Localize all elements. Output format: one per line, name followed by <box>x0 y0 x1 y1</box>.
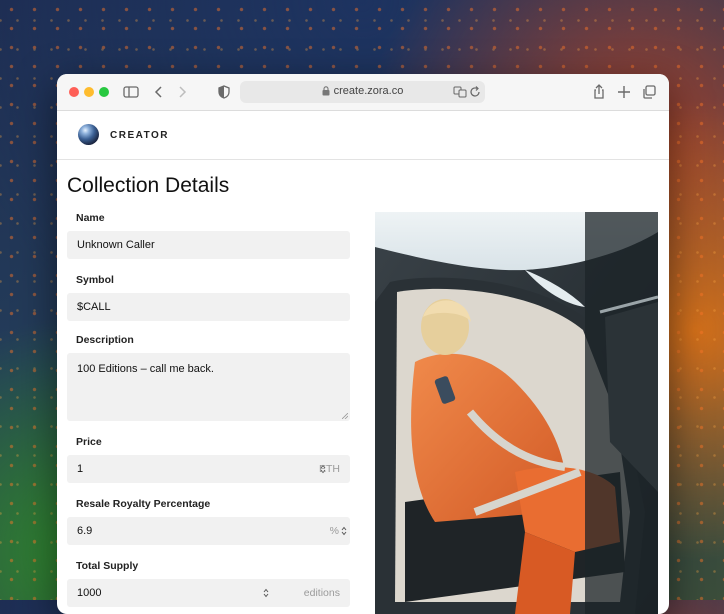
browser-toolbar: create.zora.co <box>57 74 669 111</box>
price-input[interactable]: 1 ETH <box>67 455 350 483</box>
zora-orb-logo[interactable] <box>78 124 99 145</box>
price-value: 1 <box>77 463 84 475</box>
close-window-button[interactable] <box>69 87 79 97</box>
royalty-unit: % <box>329 525 339 537</box>
name-label: Name <box>76 212 105 224</box>
minimize-window-button[interactable] <box>84 87 94 97</box>
chevron-left-icon[interactable] <box>150 83 168 101</box>
page-title: Collection Details <box>67 174 230 197</box>
translate-icon[interactable] <box>453 85 467 99</box>
shield-icon[interactable] <box>215 83 233 101</box>
supply-input[interactable]: 1000 editions <box>67 579 350 607</box>
royalty-input[interactable]: 6.9 % <box>67 517 350 545</box>
browser-window: create.zora.co CREATOR Collection Detail… <box>57 74 669 614</box>
sidebar-icon[interactable] <box>122 83 140 101</box>
name-value: Unknown Caller <box>77 239 155 251</box>
reload-icon[interactable] <box>469 85 481 99</box>
brand-label: CREATOR <box>110 130 170 141</box>
supply-unit: editions <box>303 587 340 599</box>
royalty-value: 6.9 <box>77 525 93 537</box>
price-unit: ETH <box>319 463 340 475</box>
price-label: Price <box>76 436 102 448</box>
plus-icon[interactable] <box>615 83 633 101</box>
symbol-label: Symbol <box>76 274 114 286</box>
url-text: create.zora.co <box>333 85 404 97</box>
lock-icon <box>322 86 330 96</box>
resize-grip-icon[interactable] <box>342 413 348 419</box>
zoom-window-button[interactable] <box>99 87 109 97</box>
stepper-icon[interactable] <box>341 526 347 536</box>
chevron-right-icon[interactable] <box>173 83 191 101</box>
description-label: Description <box>76 334 134 346</box>
site-header: CREATOR <box>57 111 669 160</box>
supply-value: 1000 <box>77 587 102 599</box>
description-textarea[interactable]: 100 Editions – call me back. <box>67 353 350 421</box>
share-icon[interactable] <box>590 83 608 101</box>
royalty-label: Resale Royalty Percentage <box>76 498 211 510</box>
supply-label: Total Supply <box>76 560 139 572</box>
symbol-input[interactable]: $CALL <box>67 293 350 321</box>
collection-artwork-image <box>375 212 658 614</box>
stepper-icon[interactable] <box>263 588 269 598</box>
address-bar[interactable]: create.zora.co <box>240 81 485 103</box>
tabs-overview-icon[interactable] <box>640 83 658 101</box>
description-value: 100 Editions – call me back. <box>77 363 214 375</box>
name-input[interactable]: Unknown Caller <box>67 231 350 259</box>
collection-form: Name Unknown Caller Symbol $CALL Descrip… <box>67 212 350 607</box>
symbol-value: $CALL <box>77 301 111 313</box>
